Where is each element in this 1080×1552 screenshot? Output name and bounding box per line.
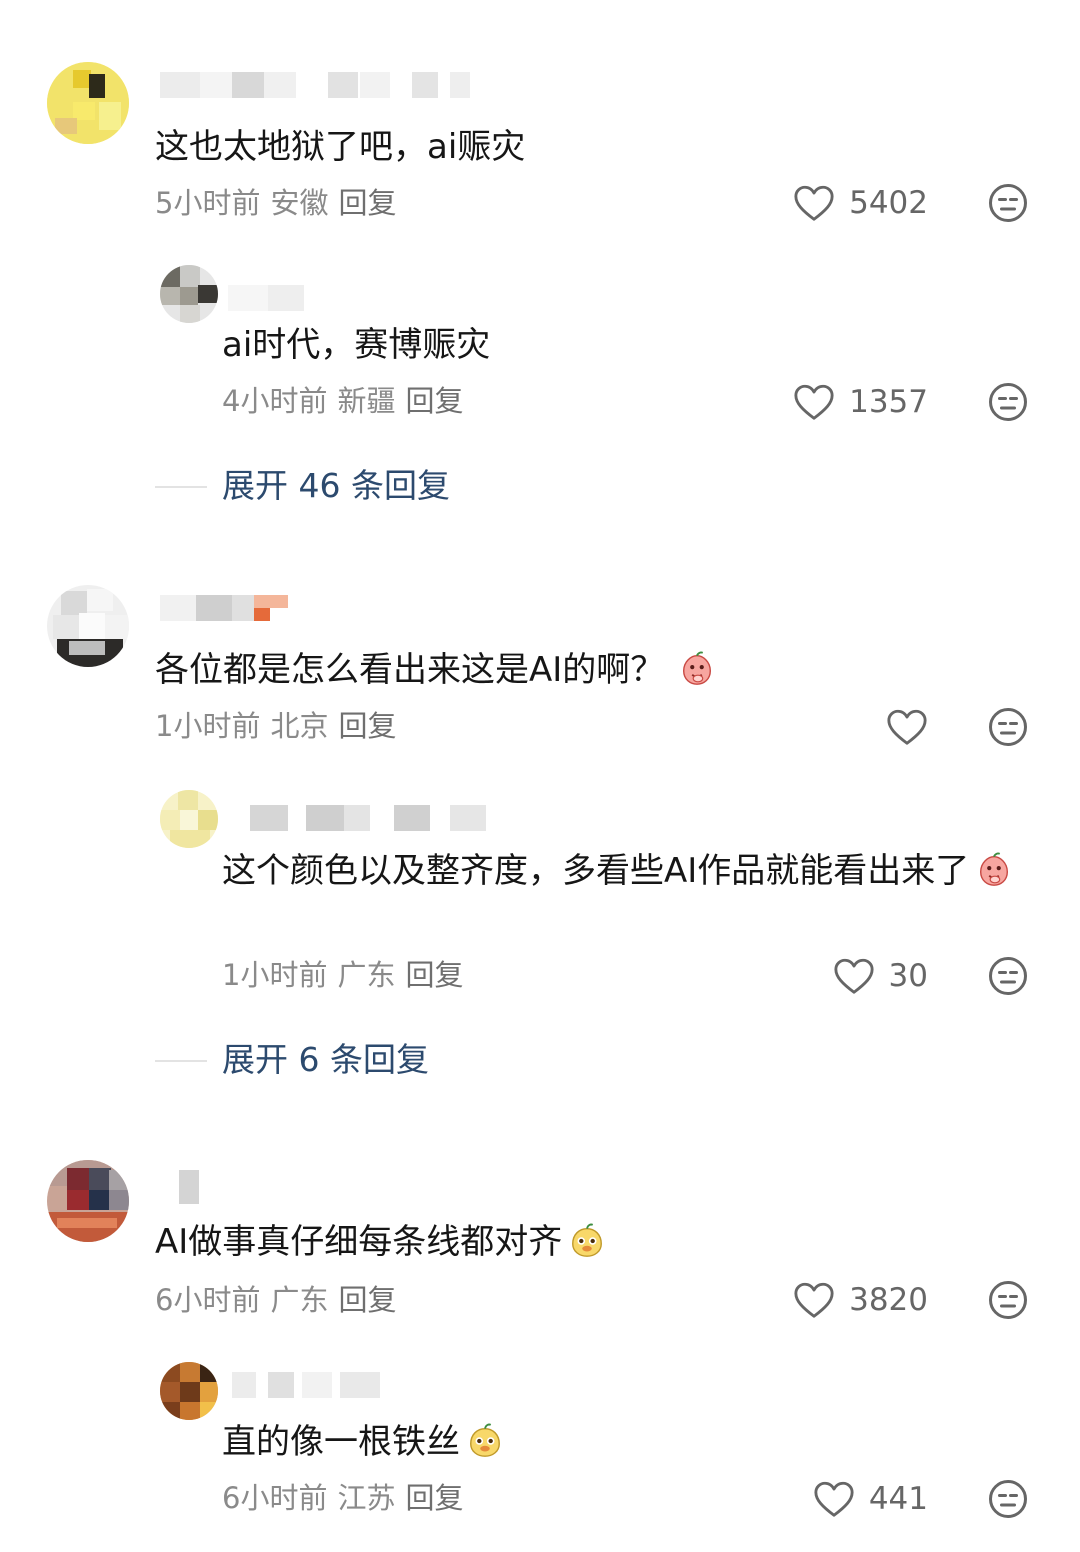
reply-button[interactable]: 回复 [338,1283,396,1317]
comment-text: 各位都是怎么看出来这是AI的啊？ [155,648,716,692]
dislike-icon[interactable] [988,956,1028,996]
dislike-icon[interactable] [988,1280,1028,1320]
like-button[interactable]: 441 [800,1477,928,1521]
comment-text-content: 各位都是怎么看出来这是AI的啊？ [155,650,665,690]
like-button[interactable]: 30 [800,954,928,998]
comment-location: 广东 [270,1283,329,1317]
reply-text-content: 这个颜色以及整齐度，多看些AI作品就能看出来了 [222,851,970,891]
heart-icon [793,1280,835,1320]
peach-shy-emoji [975,851,1013,889]
reply-text: 直的像一根铁丝 [222,1420,504,1464]
dislike-icon[interactable] [988,1479,1028,1519]
comment-meta: 5小时前 安徽 回复 [155,185,396,221]
dislike-icon[interactable] [988,707,1028,747]
comment-location: 新疆 [337,384,396,418]
like-count: 3820 [849,1282,928,1318]
dislike-icon[interactable] [988,382,1028,422]
heart-icon [833,956,875,996]
comment-time: 1小时前 [222,958,328,992]
reply-text: ai时代，赛博赈灾 [222,325,491,365]
reply-button[interactable]: 回复 [405,958,463,992]
comment-text-content: AI做事真仔细每条线都对齐 [155,1222,563,1262]
divider [155,1060,207,1062]
username[interactable] [175,1170,205,1204]
like-count: 1357 [849,384,928,420]
comment-location: 广东 [337,958,396,992]
comment-location: 江苏 [337,1481,396,1515]
yellow-face-emoji [568,1222,606,1260]
heart-icon [793,183,835,223]
reply-button[interactable]: 回复 [405,1481,463,1515]
username[interactable] [160,72,470,98]
avatar[interactable] [160,265,218,323]
like-button[interactable]: 5402 [780,181,928,225]
like-count: 5402 [849,185,928,221]
like-count: 30 [888,958,928,994]
like-button[interactable] [860,705,928,749]
comment-location: 北京 [270,709,329,743]
avatar[interactable] [47,62,129,144]
avatar[interactable] [160,1362,218,1420]
like-button[interactable]: 1357 [780,380,928,424]
avatar[interactable] [47,585,129,667]
heart-icon [793,382,835,422]
username[interactable] [228,285,338,311]
heart-icon [886,707,928,747]
comment-text: AI做事真仔细每条线都对齐 [155,1220,606,1264]
comment-meta: 6小时前 江苏 回复 [222,1480,463,1516]
username[interactable] [250,805,490,831]
like-count: 441 [868,1481,928,1517]
reply-text-content: 直的像一根铁丝 [222,1422,460,1462]
dislike-icon[interactable] [988,183,1028,223]
like-button[interactable]: 3820 [780,1278,928,1322]
comment-location: 安徽 [270,186,329,220]
heart-icon [813,1479,855,1519]
comment-meta: 1小时前 广东 回复 [222,957,463,993]
expand-replies-button[interactable]: 展开 6 条回复 [222,1038,429,1082]
comment-time: 6小时前 [155,1283,261,1317]
expand-replies-button[interactable]: 展开 46 条回复 [222,464,450,508]
yellow-face-emoji [466,1422,504,1460]
comment-meta: 4小时前 新疆 回复 [222,383,463,419]
peach-shy-emoji [678,650,716,688]
comment-meta: 6小时前 广东 回复 [155,1282,396,1318]
comment-time: 6小时前 [222,1481,328,1515]
reply-button[interactable]: 回复 [405,384,463,418]
comment-meta: 1小时前 北京 回复 [155,708,396,744]
comment-time: 1小时前 [155,709,261,743]
reply-button[interactable]: 回复 [338,709,396,743]
comment-time: 4小时前 [222,384,328,418]
avatar[interactable] [47,1160,129,1242]
username[interactable] [232,1372,382,1398]
comment-time: 5小时前 [155,186,261,220]
reply-text: 这个颜色以及整齐度，多看些AI作品就能看出来了 [222,845,1022,897]
divider [155,486,207,488]
avatar[interactable] [160,790,218,848]
username[interactable] [160,595,290,621]
comment-text: 这也太地狱了吧，ai赈灾 [155,127,526,167]
reply-button[interactable]: 回复 [338,186,396,220]
